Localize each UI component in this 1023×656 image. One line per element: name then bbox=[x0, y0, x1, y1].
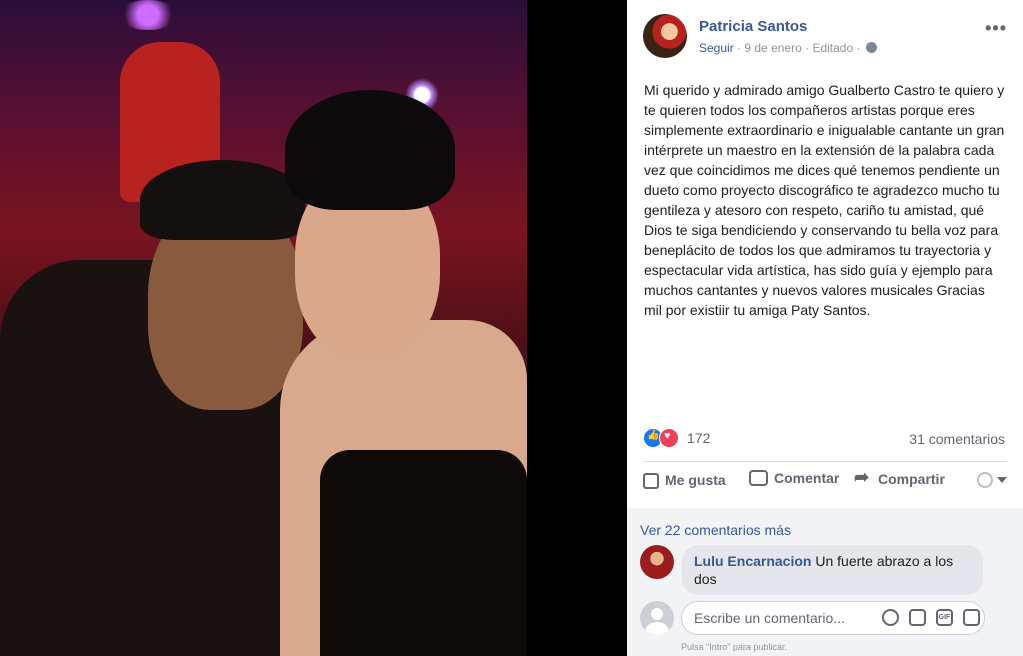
view-more-comments-link[interactable]: Ver 22 comentarios más bbox=[640, 522, 791, 538]
man-hair bbox=[140, 160, 305, 240]
comment-bubble: Lulu Encarnacion Un fuerte abrazo a los … bbox=[682, 545, 983, 595]
post-sidebar: Patricia Santos Seguir · 9 de enero · Ed… bbox=[627, 0, 1023, 656]
comments-section: Ver 22 comentarios más Lulu Encarnacion … bbox=[627, 508, 1023, 656]
stage-light bbox=[118, 0, 178, 30]
reaction-count[interactable]: 172 bbox=[687, 430, 710, 446]
sticker-icon[interactable] bbox=[963, 609, 980, 626]
globe-icon[interactable] bbox=[865, 42, 877, 53]
user-avatar-icon bbox=[977, 472, 993, 488]
woman-dress bbox=[320, 450, 527, 656]
share-label: Compartir bbox=[878, 471, 945, 487]
commenter-avatar[interactable] bbox=[640, 545, 674, 579]
share-button[interactable]: Compartir bbox=[854, 467, 945, 488]
gif-icon[interactable]: GIF bbox=[936, 609, 953, 626]
current-user-avatar bbox=[640, 601, 674, 635]
post-text: Mi querido y admirado amigo Gualberto Ca… bbox=[644, 82, 1005, 318]
author-avatar[interactable] bbox=[643, 14, 687, 58]
reactions-bar: 172 31 comentarios bbox=[643, 428, 1005, 450]
comment-composer: GIF bbox=[640, 599, 1010, 637]
meta-separator: · bbox=[737, 41, 742, 55]
follow-link[interactable]: Seguir bbox=[699, 41, 734, 55]
comment-icon bbox=[749, 470, 768, 486]
composer-icons: GIF bbox=[882, 609, 980, 626]
woman-hair bbox=[285, 90, 455, 210]
chevron-down-icon bbox=[997, 477, 1007, 483]
more-options-icon[interactable]: ••• bbox=[985, 18, 1007, 39]
post-photo[interactable] bbox=[0, 0, 527, 656]
composer-hint: Pulsa "Intro" para publicar. bbox=[681, 642, 787, 652]
post-meta: Seguir · 9 de enero · Editado · bbox=[699, 41, 877, 55]
thumbs-up-icon bbox=[643, 473, 659, 489]
comment-button[interactable]: Comentar bbox=[749, 470, 839, 486]
post-header: Patricia Santos Seguir · 9 de enero · Ed… bbox=[643, 14, 1007, 60]
action-bar: Me gusta Comentar Compartir bbox=[643, 467, 1007, 498]
meta-separator: · bbox=[805, 41, 810, 55]
comment-label: Comentar bbox=[774, 470, 840, 486]
love-icon[interactable] bbox=[659, 428, 679, 448]
comment-author[interactable]: Lulu Encarnacion bbox=[694, 553, 811, 569]
share-icon bbox=[854, 467, 872, 488]
like-label: Me gusta bbox=[665, 471, 726, 488]
comment-count[interactable]: 31 comentarios bbox=[909, 431, 1005, 447]
post-date[interactable]: 9 de enero bbox=[744, 41, 801, 55]
photo-viewer bbox=[0, 0, 627, 656]
meta-separator: · bbox=[856, 41, 861, 55]
audience-selector[interactable] bbox=[977, 472, 1007, 488]
author-name[interactable]: Patricia Santos bbox=[699, 18, 807, 35]
divider bbox=[643, 461, 1007, 462]
camera-icon[interactable] bbox=[909, 609, 926, 626]
edited-label[interactable]: Editado bbox=[812, 41, 853, 55]
like-button[interactable]: Me gusta bbox=[643, 470, 726, 489]
emoji-icon[interactable] bbox=[882, 609, 899, 626]
